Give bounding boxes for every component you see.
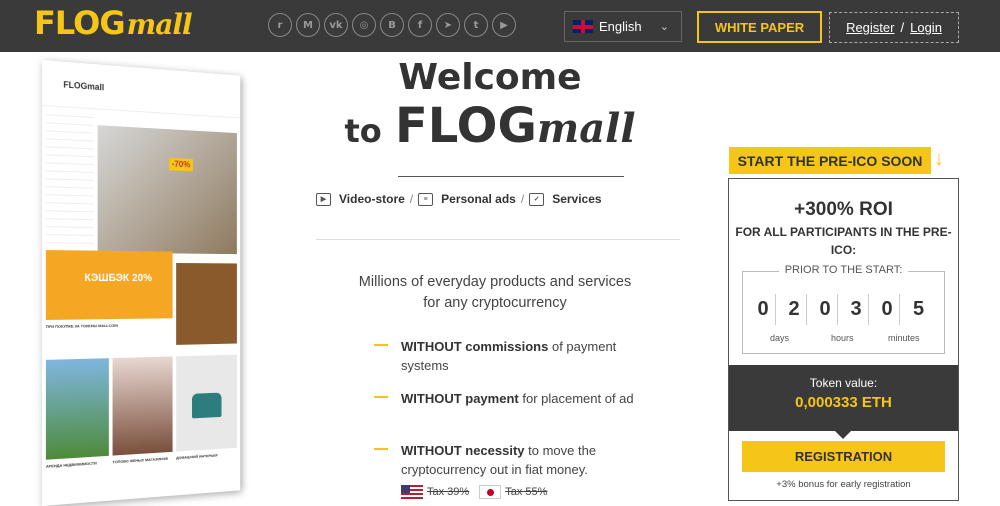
services-icon: ✓ [529, 192, 545, 206]
benefit-bold: WITHOUT payment [401, 391, 519, 406]
bitcoin-icon[interactable]: B [380, 13, 404, 37]
language-label: English [599, 19, 642, 34]
tagline-line-2: for any cryptocurrency [423, 295, 567, 311]
divider [398, 176, 624, 177]
countdown-digit: 3 [844, 294, 869, 325]
bonus-note: +3% bonus for early registration [776, 479, 911, 490]
youtube-icon[interactable]: ▶ [492, 13, 516, 37]
countdown-label: PRIOR TO THE START: [778, 264, 909, 276]
auth-separator: / [900, 20, 905, 35]
mockup-caption: АРЕНДА НЕДВИЖИМОСТИ [45, 460, 97, 469]
social-links: r M vk ◎ B f ➤ t ▶ [268, 13, 516, 37]
site-preview-mockup: FLOGmall -70% КЭШБЭК 20% ПРИ ПОКУПКЕ ЗА … [42, 60, 241, 506]
brand-main-text: FLOG [395, 98, 537, 154]
register-link[interactable]: Register [846, 20, 894, 35]
arrow-down-icon: ↓ [934, 148, 944, 170]
document-icon: ≡ [418, 192, 434, 206]
mockup-discount-tag: -70% [169, 157, 193, 172]
registration-button[interactable]: REGISTRATION [742, 441, 945, 472]
welcome-heading: Welcome [398, 57, 582, 98]
countdown-digits: 0 2 0 3 0 5 [751, 294, 937, 325]
feature-personal-ads[interactable]: Personal ads [441, 192, 516, 206]
mockup-cashback-caption: ПРИ ПОКУПКЕ ЗА ТОКЕНЫ MALLCOIN [45, 322, 118, 329]
benefit-item: WITHOUT necessity to move the cryptocurr… [374, 441, 644, 479]
mockup-cashback-text: КЭШБЭК 20% [84, 272, 152, 284]
tagline-line-1: Millions of everyday products and servic… [358, 274, 632, 290]
feature-list: ▶ Video-store / ≡ Personal ads / ✓ Servi… [316, 192, 602, 206]
token-value: 0,000333 ETH [795, 394, 892, 411]
mockup-caption: ДОМАШНИЙ ИНТЕРЬЕР [176, 452, 218, 461]
benefit-bold: WITHOUT commissions [401, 339, 549, 354]
video-icon: ▶ [316, 192, 331, 206]
white-paper-button[interactable]: WHITE PAPER [697, 11, 822, 43]
hero-title: Welcome to FLOGmall [340, 58, 640, 159]
mockup-cashback-banner: КЭШБЭК 20% [45, 250, 173, 320]
feature-services[interactable]: Services [552, 192, 601, 206]
benefit-item: WITHOUT commissions of payment systems [374, 337, 654, 375]
to-text: to [344, 112, 382, 150]
benefit-item: WITHOUT payment for placement of ad [374, 389, 654, 408]
chevron-down-icon: ⌄ [659, 21, 669, 33]
token-value-panel: Token value: 0,000333 ETH [729, 365, 958, 439]
mockup-chair-image [176, 354, 237, 452]
auth-links: Register / Login [829, 12, 959, 43]
tax-comparison: Tax 39% Tax 55% [401, 485, 547, 499]
mockup-promo-banner: -70% [97, 125, 237, 255]
benefit-bold: WITHOUT necessity [401, 443, 525, 458]
token-label: Token value: [809, 376, 878, 390]
mockup-clothes-image [112, 356, 173, 456]
countdown-digit: 0 [813, 294, 838, 325]
feature-video-store[interactable]: Video-store [339, 192, 405, 206]
countdown-digit: 2 [782, 294, 807, 325]
twitter-icon[interactable]: t [464, 13, 488, 37]
brand-heading: to FLOGmall [340, 98, 640, 159]
tax-us: Tax 39% [401, 485, 469, 499]
instagram-icon[interactable]: ◎ [352, 13, 376, 37]
divider [316, 239, 680, 240]
mockup-house-image [45, 358, 109, 460]
preico-banner: START THE PRE-ICO SOON [729, 147, 931, 174]
roi-subheading: FOR ALL PARTICIPANTS IN THE PRE-ICO: [735, 225, 952, 257]
logo-main-text: FLOG [34, 4, 126, 42]
uk-flag-icon [573, 20, 593, 33]
countdown-digit: 0 [751, 294, 776, 325]
tax-label: Tax 39% [427, 486, 470, 498]
countdown-digit: 0 [875, 294, 900, 325]
brand-script-text: mall [536, 105, 636, 152]
countdown-timer: PRIOR TO THE START: 0 2 0 3 0 5 days hou… [742, 264, 945, 354]
mockup-caption: ТОПОВО ЖЕНЫХ МАГАЗИНОВ [112, 455, 168, 465]
medium-icon[interactable]: M [296, 13, 320, 37]
reddit-icon[interactable]: r [268, 13, 292, 37]
mockup-logo: FLOGmall [63, 79, 105, 93]
tax-japan: Tax 55% [479, 485, 547, 499]
language-selector[interactable]: English ⌄ [564, 11, 682, 42]
tagline: Millions of everyday products and servic… [330, 272, 660, 314]
logo-script-text: mall [126, 8, 193, 41]
us-flag-icon [401, 485, 423, 499]
mockup-guitar-image [176, 262, 237, 345]
tax-label: Tax 55% [505, 486, 548, 498]
countdown-digit: 5 [912, 298, 925, 320]
unit-hours: hours [831, 333, 854, 343]
flogmall-logo[interactable]: FLOGmall [34, 4, 193, 42]
benefit-rest: for placement of ad [518, 391, 634, 406]
vk-icon[interactable]: vk [324, 13, 348, 37]
unit-days: days [770, 333, 790, 343]
preico-card: +300% ROI FOR ALL PARTICIPANTS IN THE PR… [728, 178, 959, 501]
login-link[interactable]: Login [910, 20, 942, 35]
japan-flag-icon [479, 485, 502, 499]
top-navigation-bar: FLOGmall r M vk ◎ B f ➤ t ▶ English ⌄ WH… [0, 0, 1000, 52]
telegram-icon[interactable]: ➤ [436, 13, 460, 37]
roi-heading: +300% ROI [794, 199, 893, 220]
unit-minutes: minutes [888, 333, 920, 343]
facebook-icon[interactable]: f [408, 13, 432, 37]
